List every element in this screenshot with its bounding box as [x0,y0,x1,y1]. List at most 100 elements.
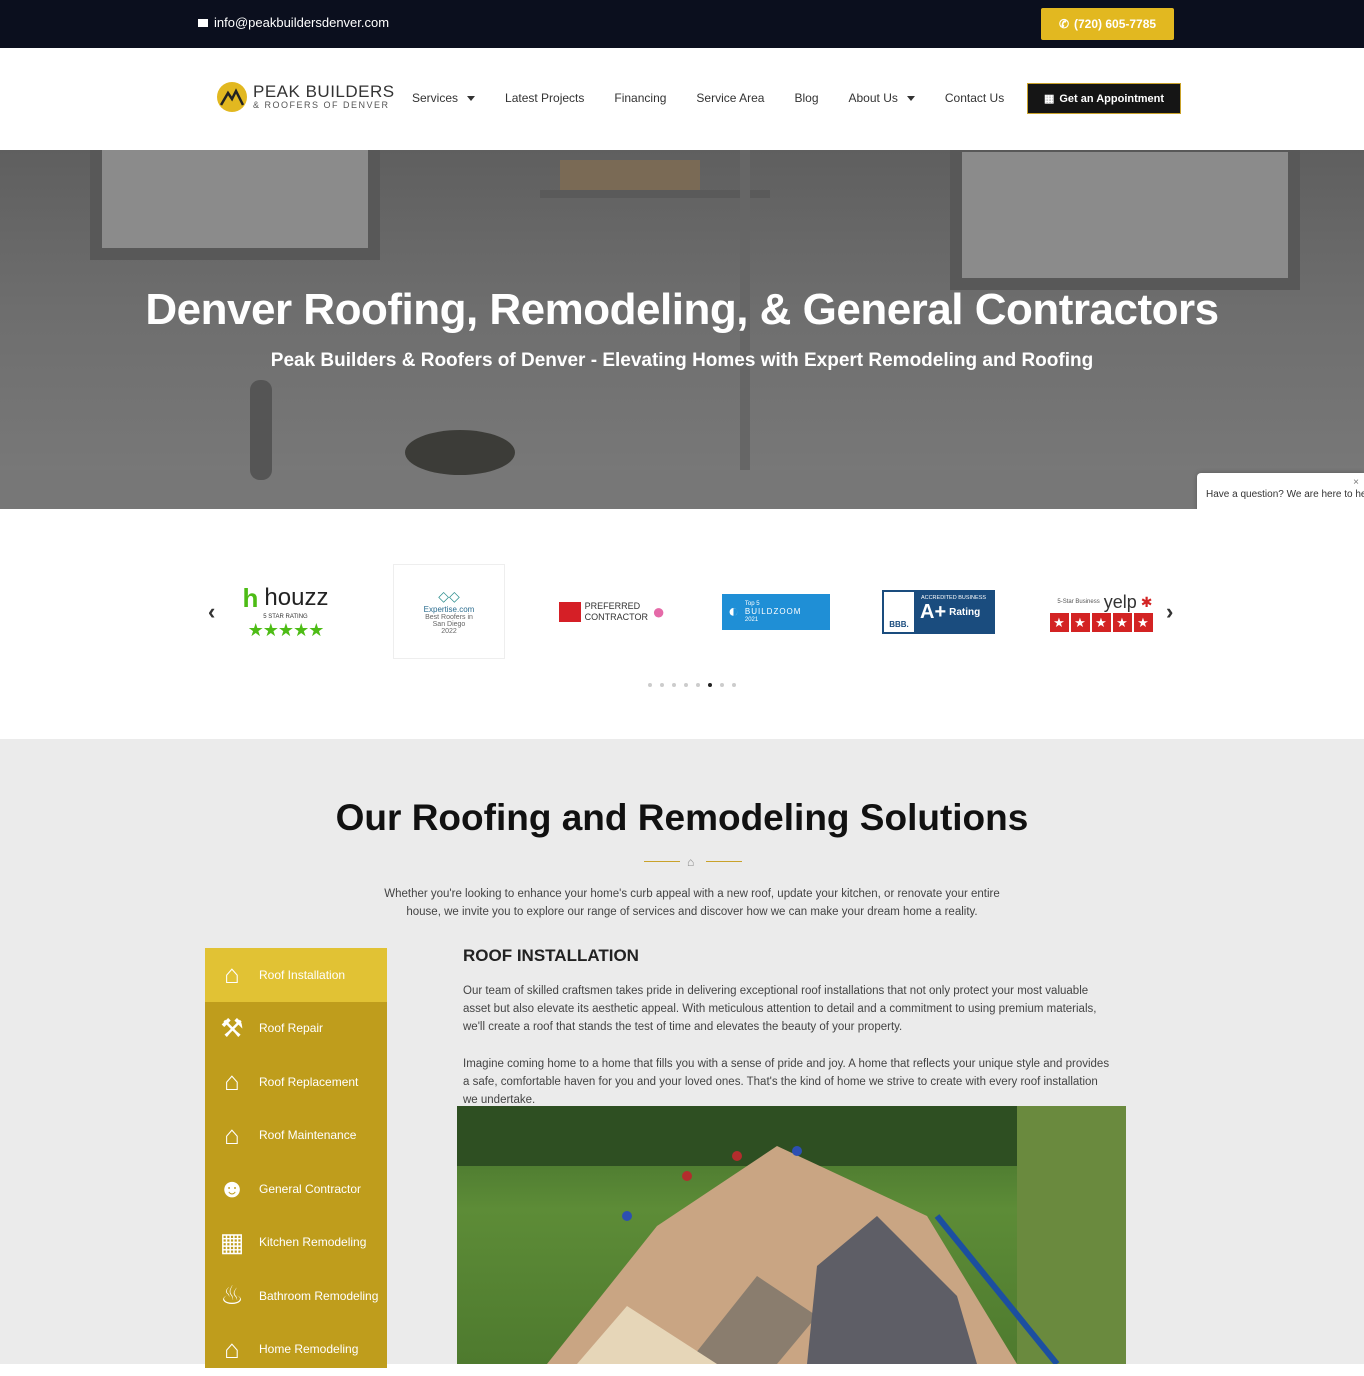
service-tab-bathroom-remodeling[interactable]: ♨Bathroom Remodeling [205,1269,387,1323]
shell-decor [405,430,515,475]
solutions-intro: Whether you're looking to enhance your h… [376,885,1008,921]
carousel-dot[interactable] [672,683,676,687]
expertise-line2: San Diego [424,621,475,628]
kitchen-icon: ▦ [213,1223,251,1261]
mountain-logo-icon [217,82,247,112]
service-tab-kitchen-remodeling[interactable]: ▦ Kitchen Remodeling [205,1216,387,1270]
bbb-label: Rating [949,607,980,618]
nav-item-label: Financing [614,91,666,105]
chevron-down-icon [907,96,915,101]
houzz-name: houzz [264,584,328,612]
service-tab-label: Roof Installation [259,968,345,982]
carousel-dots [648,683,736,687]
mirror-decor [90,150,380,260]
bbb-header: ACCREDITED BUSINESS [914,592,993,601]
chevron-down-icon [467,96,475,101]
carousel-dot[interactable] [684,683,688,687]
expertise-line1: Best Roofers in [424,614,475,621]
service-content-title: ROOF INSTALLATION [463,946,639,966]
owens-line2: CONTRACTOR [585,612,648,623]
get-appointment-button[interactable]: ▦ Get an Appointment [1027,83,1181,114]
email-link[interactable]: info@peakbuildersdenver.com [198,15,389,30]
service-tab-label: Home Remodeling [259,1342,358,1356]
roof-installation-icon: ⌂ [213,956,251,994]
nav-item-label: About Us [849,91,898,105]
carousel-dot[interactable] [708,683,712,687]
service-tab-label: Kitchen Remodeling [259,1235,366,1249]
solutions-title: Our Roofing and Remodeling Solutions [0,797,1364,839]
service-tab-home-remodeling[interactable]: ⌂ Home Remodeling [205,1323,387,1376]
carousel-dot[interactable] [660,683,664,687]
carousel-next-arrow[interactable]: › [1166,599,1173,625]
yelp-caption: 5-Star Business [1057,599,1099,605]
bbb-logo: BBB. [884,592,914,632]
phone-button[interactable]: ✆ (720) 605-7785 [1041,8,1174,40]
top-bar: info@peakbuildersdenver.com ✆ (720) 605-… [0,0,1364,48]
buildzoom-badge: ◐ Top 5 BUILDZOOM 2021 [722,564,830,659]
houzz-badge: h houzz 5 STAR RATING ★★★★★ [228,564,343,659]
calendar-icon: ▦ [1044,92,1054,105]
expertise-year: 2022 [424,628,475,635]
trust-badges-carousel: ‹ › h houzz 5 STAR RATING ★★★★★ ◇◇ Exper… [0,509,1364,739]
service-tab-roof-replacement[interactable]: ⌂Roof Replacement [205,1055,387,1109]
owens-line1: PREFERRED [585,601,648,612]
yelp-name: yelp [1104,592,1137,613]
worker-icon: ☻ [213,1170,251,1208]
bathtub-icon: ♨ [213,1277,251,1315]
faucet-decor [250,380,272,480]
owens-corning-badge: PREFERRED CONTRACTOR ● [554,564,670,659]
close-icon[interactable]: × [1353,477,1359,488]
bbb-grade: A+ [920,601,946,624]
roof-repair-icon: ⚒ [213,1009,251,1047]
nav-item-blog[interactable]: Blog [794,91,818,105]
house-icon: ⌂ [213,1330,251,1368]
service-tab-roof-installation[interactable]: ⌂ Roof Installation [205,948,387,1002]
service-tab-label: General Contractor [259,1182,361,1196]
hero-banner: Denver Roofing, Remodeling, & General Co… [0,150,1364,509]
yelp-badge: 5-Star Business yelp ✱ ★ ★ ★ ★ ★ [1046,564,1156,659]
roof-replacement-icon: ⌂ [213,1063,251,1101]
section-divider: ⌂ [644,855,742,869]
nav-item-service-area[interactable]: Service Area [696,91,764,105]
houzz-icon: h [243,583,259,614]
buildzoom-name: BUILDZOOM [745,608,802,616]
appointment-label: Get an Appointment [1059,93,1164,105]
roof-maintenance-icon: ⌂ [213,1116,251,1154]
carousel-dot[interactable] [648,683,652,687]
chat-widget[interactable]: × Have a question? We are here to help! [1197,473,1364,513]
buildzoom-year: 2021 [745,616,802,624]
solutions-section: Our Roofing and Remodeling Solutions ⌂ W… [0,739,1364,1364]
hero-title: Denver Roofing, Remodeling, & General Co… [0,285,1364,335]
carousel-dot[interactable] [720,683,724,687]
carousel-dot[interactable] [696,683,700,687]
envelope-icon [198,19,208,27]
logo-subtitle: & ROOFERS OF DENVER [253,100,395,110]
service-tab-general-contractor[interactable]: ☻ General Contractor [205,1162,387,1216]
phone-icon: ✆ [1059,17,1069,31]
service-tab-roof-maintenance[interactable]: ⌂ Roof Maintenance [205,1109,387,1163]
email-text: info@peakbuildersdenver.com [214,15,389,30]
nav-item-services[interactable]: Services [412,91,475,105]
service-tab-label: Roof Maintenance [259,1128,356,1142]
expertise-icon: ◇◇ [424,588,475,605]
carousel-prev-arrow[interactable]: ‹ [208,599,215,625]
nav-item-about-us[interactable]: About Us [849,91,915,105]
nav-item-label: Latest Projects [505,91,584,105]
owens-corning-icon [559,602,581,622]
nav-item-label: Contact Us [945,91,1004,105]
bbb-badge: BBB. ACCREDITED BUSINESS A+ Rating [882,564,995,659]
hero-subtitle: Peak Builders & Roofers of Denver - Elev… [0,350,1364,372]
site-logo[interactable]: PEAK BUILDERS & ROOFERS OF DENVER [217,82,395,112]
nav-item-contact-us[interactable]: Contact Us [945,91,1004,105]
carousel-dot[interactable] [732,683,736,687]
nav-item-latest-projects[interactable]: Latest Projects [505,91,584,105]
nav-item-label: Services [412,91,458,105]
nav-item-label: Blog [794,91,818,105]
phone-text: (720) 605-7785 [1074,17,1156,31]
nav-item-financing[interactable]: Financing [614,91,666,105]
service-tab-roof-repair[interactable]: ⚒Roof Repair [205,1002,387,1056]
services-tab-list: ⌂ Roof Installation ⚒Roof Repair⌂Roof Repl… [205,948,387,1368]
main-nav: Services Latest Projects Financing Service … [412,91,1034,105]
houzz-stars: ★★★★★ [243,620,329,641]
shelf-decor [540,190,770,198]
